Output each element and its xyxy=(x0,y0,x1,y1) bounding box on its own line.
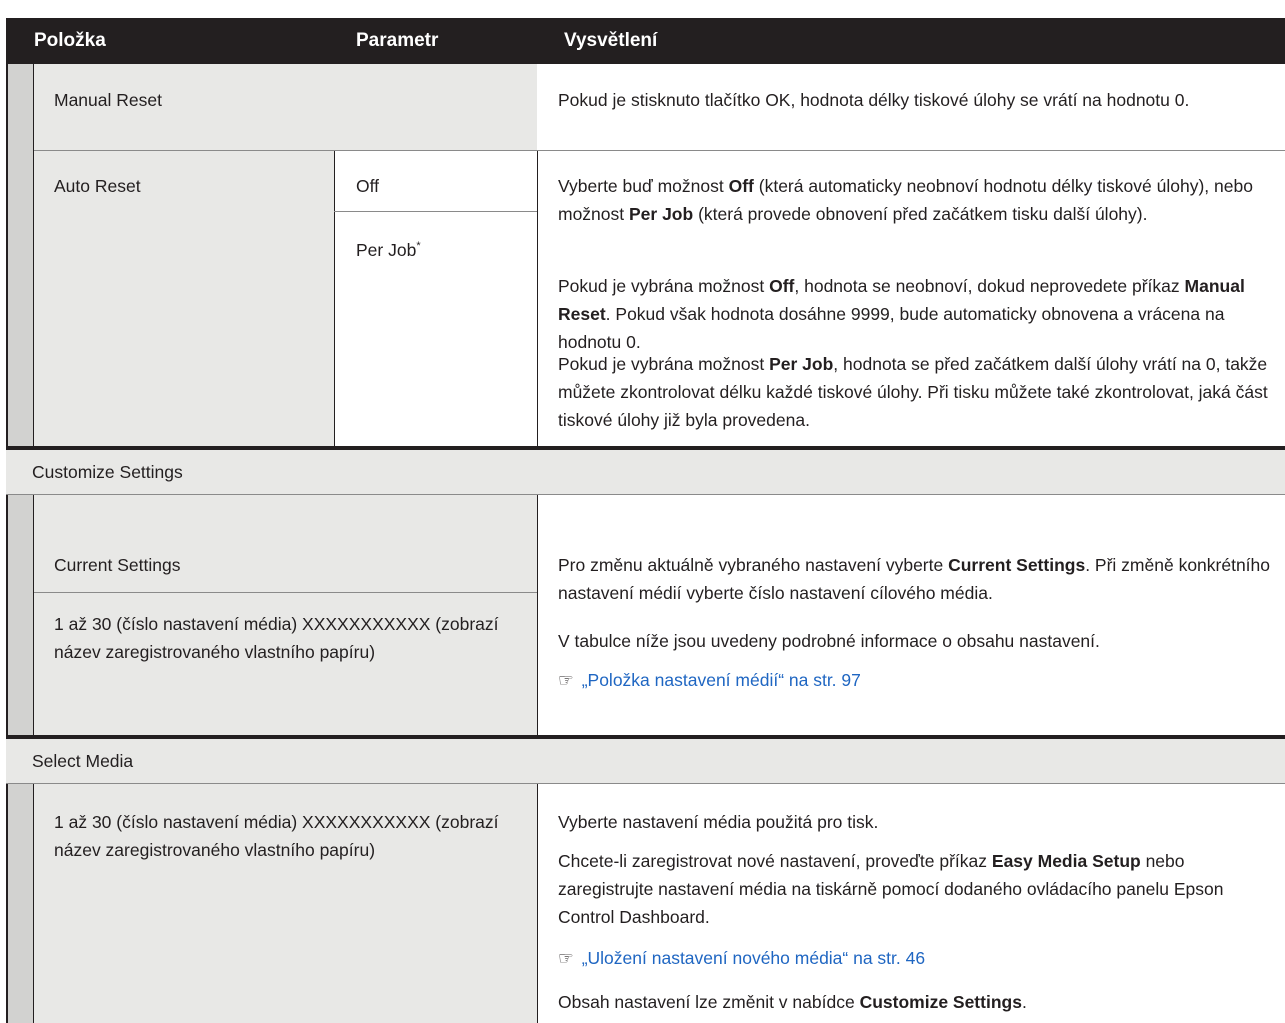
section-select-media-label: Select Media xyxy=(32,751,134,771)
new-media-link[interactable]: „Uložení nastavení nového média“ na str.… xyxy=(582,948,925,968)
customize-link[interactable]: ☞ „Položka nastavení médií“ na str. 97 xyxy=(558,666,861,694)
auto-reset-desc-2: Pokud je vybrána možnost Off, hodnota se… xyxy=(558,276,1245,352)
customize-desc-2: V tabulce níže jsou uvedeny podrobné inf… xyxy=(558,631,1100,651)
divider xyxy=(334,151,335,446)
param-per-job: Per Job* xyxy=(356,232,421,264)
select-media-desc-3: Obsah nastavení lze změnit v nabídce Cus… xyxy=(558,992,1027,1012)
divider xyxy=(537,151,538,446)
reference-icon: ☞ xyxy=(558,948,574,968)
table-header: Položka Parametr Vysvětlení xyxy=(6,18,1285,64)
param-per-job-label: Per Job xyxy=(356,239,417,260)
header-explanation: Vysvětlení xyxy=(564,30,658,51)
footnote-mark: * xyxy=(416,240,421,252)
divider xyxy=(537,784,538,1023)
media-settings-link[interactable]: „Položka nastavení médií“ na str. 97 xyxy=(582,670,861,690)
section-customize-label: Customize Settings xyxy=(32,462,183,482)
select-media-desc-2: Chcete-li zaregistrovat nové nastavení, … xyxy=(558,851,1224,927)
indent-strip xyxy=(6,64,34,446)
customize-desc-1: Pro změnu aktuálně vybraného nastavení v… xyxy=(558,555,1271,603)
param-off: Off xyxy=(356,176,380,196)
section-select-media xyxy=(6,739,1285,783)
divider xyxy=(537,495,538,735)
current-settings-label: Current Settings xyxy=(54,555,181,575)
auto-reset-desc-3: Pokud je vybrána možnost Per Job, hodnot… xyxy=(558,354,1268,430)
reference-icon: ☞ xyxy=(558,670,574,690)
auto-reset-label: Auto Reset xyxy=(54,176,141,196)
indent-strip xyxy=(6,784,34,1023)
select-media-number-label: 1 až 30 (číslo nastavení média) XXXXXXXX… xyxy=(54,812,499,860)
divider xyxy=(34,592,537,593)
header-parameter: Parametr xyxy=(356,30,439,51)
select-media-link[interactable]: ☞ „Uložení nastavení nového média“ na str… xyxy=(558,944,925,972)
divider xyxy=(334,211,537,212)
media-number-label: 1 až 30 (číslo nastavení média) XXXXXXXX… xyxy=(54,614,499,662)
auto-reset-desc-1: Vyberte buď možnost Off (která automatic… xyxy=(558,176,1253,224)
indent-strip xyxy=(6,495,34,735)
section-customize xyxy=(6,450,1285,494)
manual-reset-label: Manual Reset xyxy=(54,90,162,110)
select-media-desc-1: Vyberte nastavení média použitá pro tisk… xyxy=(558,812,879,832)
manual-reset-desc: Pokud je stisknuto tlačítko OK, hodnota … xyxy=(558,90,1190,110)
header-item: Položka xyxy=(34,30,106,51)
